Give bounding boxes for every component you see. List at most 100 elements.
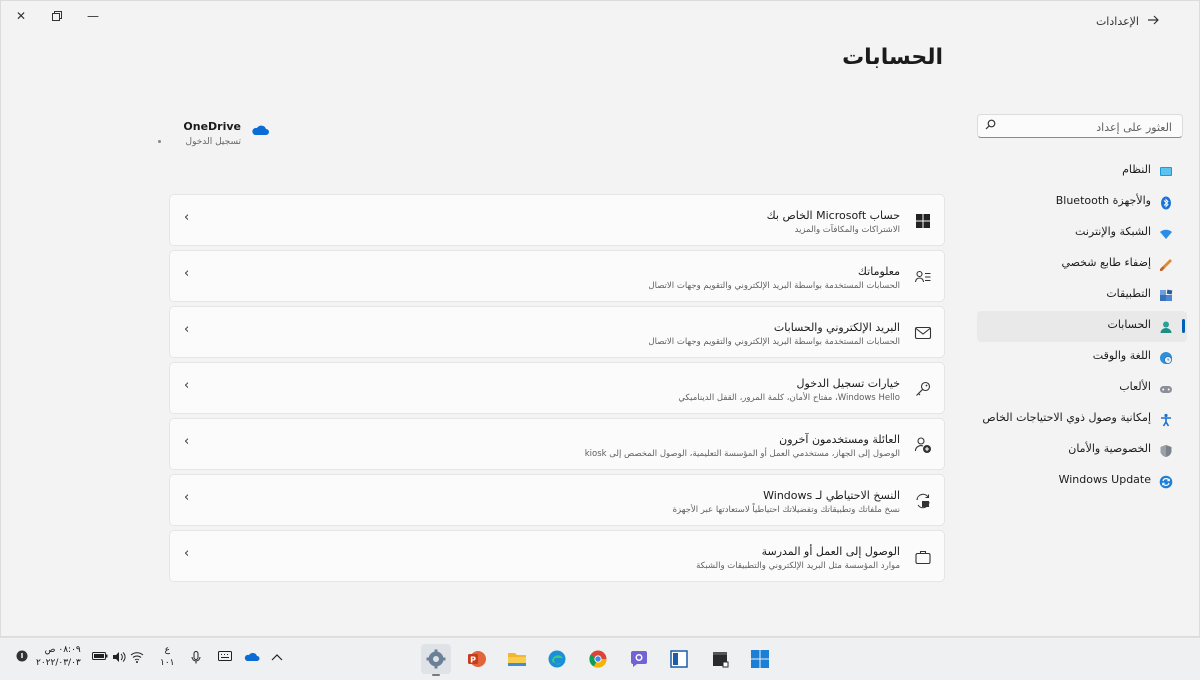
minimize-button[interactable]: — xyxy=(75,5,111,27)
powerpoint-icon: P xyxy=(468,651,486,667)
person-icon xyxy=(1160,321,1172,333)
taskbar-teams-chat[interactable] xyxy=(624,644,654,674)
keyboard-icon[interactable] xyxy=(218,651,232,664)
chevron-left-icon: ‹ xyxy=(184,322,190,337)
wifi-icon xyxy=(1160,229,1172,239)
gamepad-icon xyxy=(1160,386,1172,393)
card-title: خيارات تسجيل الدخول xyxy=(796,377,900,390)
snip-icon xyxy=(670,650,688,668)
person-info-icon xyxy=(914,270,931,283)
nav-label: اللغة والوقت xyxy=(1092,349,1151,362)
card-email-accounts[interactable]: البريد الإلكتروني والحسابات الحسابات الم… xyxy=(169,306,945,358)
close-button[interactable]: ✕ xyxy=(3,5,39,27)
settings-gear-icon xyxy=(426,649,446,669)
taskbar: ٠٨:٠٩ ص ٢٠٢٢/٠٣/٠٣ ع ١٠١ P xyxy=(0,637,1200,680)
nav-label: Bluetooth والأجهزة xyxy=(1055,194,1151,207)
shield-icon xyxy=(1160,445,1172,457)
nav-item-accessibility[interactable]: إمكانية وصول ذوي الاحتياجات الخاص xyxy=(977,404,1187,435)
windows-logo-icon xyxy=(916,214,930,228)
battery-icon[interactable] xyxy=(92,651,108,664)
card-subtitle: موارد المؤسسة مثل البريد الإلكتروني والت… xyxy=(696,561,900,571)
nav-item-network[interactable]: الشبكة والإنترنت xyxy=(977,218,1187,249)
back-button[interactable] xyxy=(1147,14,1159,28)
chevron-left-icon: ‹ xyxy=(184,210,190,225)
person-add-icon xyxy=(914,437,931,453)
card-title: معلوماتك xyxy=(857,265,900,278)
windows-start-icon xyxy=(751,650,769,668)
card-windows-backup[interactable]: النسخ الاحتياطي لـ Windows نسخ ملفاتك وت… xyxy=(169,474,945,526)
apps-icon xyxy=(1160,289,1173,301)
active-indicator xyxy=(1182,319,1185,333)
taskbar-store-app[interactable] xyxy=(664,644,694,674)
nav-item-personalization[interactable]: إضفاء طابع شخصي xyxy=(977,249,1187,280)
volume-icon[interactable] xyxy=(112,651,126,666)
nav-label: الشبكة والإنترنت xyxy=(1075,225,1151,238)
nav-item-privacy[interactable]: الخصوصية والأمان xyxy=(977,435,1187,466)
card-title: الوصول إلى العمل أو المدرسة xyxy=(761,545,900,558)
input-language-indicator[interactable]: ع ١٠١ xyxy=(160,644,175,670)
mail-icon xyxy=(914,326,932,340)
update-icon xyxy=(1159,475,1173,489)
running-indicator xyxy=(432,674,440,676)
chrome-icon xyxy=(589,650,607,668)
globe-clock-icon xyxy=(1160,352,1172,364)
wifi-status-icon[interactable] xyxy=(130,651,144,666)
microphone-icon[interactable] xyxy=(191,651,201,667)
chevron-left-icon: ‹ xyxy=(184,490,190,505)
search-box[interactable] xyxy=(977,114,1183,139)
card-access-work-school[interactable]: الوصول إلى العمل أو المدرسة موارد المؤسس… xyxy=(169,530,945,582)
taskbar-file-explorer[interactable] xyxy=(502,644,532,674)
card-family-other-users[interactable]: العائلة ومستخدمون آخرون الوصول إلى الجها… xyxy=(169,418,945,470)
folder-icon xyxy=(508,653,526,666)
restore-button[interactable] xyxy=(39,5,75,27)
taskbar-settings[interactable] xyxy=(421,644,451,676)
search-icon xyxy=(985,119,996,133)
language-code: ع xyxy=(164,645,170,655)
taskbar-edge[interactable] xyxy=(542,644,572,674)
chevron-left-icon: ‹ xyxy=(184,546,190,561)
nav-item-windows-update[interactable]: Windows Update xyxy=(977,466,1187,497)
clock-date: ٢٠٢٢/٠٣/٠٣ xyxy=(36,658,81,668)
onedrive-status[interactable]: OneDrive تسجيل الدخول xyxy=(69,118,269,158)
chevron-left-icon: ‹ xyxy=(184,266,190,281)
taskbar-powerpoint[interactable]: P xyxy=(461,644,491,674)
nav-label: Windows Update xyxy=(1058,473,1151,486)
nav-item-system[interactable]: النظام xyxy=(977,156,1187,187)
search-input[interactable] xyxy=(1000,115,1174,139)
nav-item-apps[interactable]: التطبيقات xyxy=(977,280,1187,311)
app-title: الإعدادات xyxy=(1095,15,1139,28)
taskbar-terminal[interactable] xyxy=(705,644,735,674)
card-your-info[interactable]: معلوماتك الحسابات المستخدمة بواسطة البري… xyxy=(169,250,945,302)
restore-icon xyxy=(52,11,62,21)
taskbar-clock[interactable]: ٠٨:٠٩ ص ٢٠٢٢/٠٣/٠٣ xyxy=(36,644,81,670)
chat-icon xyxy=(631,651,647,667)
onedrive-tray-icon[interactable] xyxy=(244,651,260,665)
nav-item-bluetooth[interactable]: Bluetooth والأجهزة xyxy=(977,187,1187,218)
status-dot xyxy=(158,140,161,143)
card-subtitle: الاشتراكات والمكافآت والمزيد xyxy=(794,225,900,235)
nav-item-gaming[interactable]: الألعاب xyxy=(977,373,1187,404)
nav-item-accounts[interactable]: الحسابات xyxy=(977,311,1187,342)
card-subtitle: الحسابات المستخدمة بواسطة البريد الإلكتر… xyxy=(648,337,900,347)
nav-label: الألعاب xyxy=(1119,380,1151,393)
nav-label: الخصوصية والأمان xyxy=(1068,442,1151,455)
page-title: الحسابات xyxy=(842,45,943,70)
sidebar-nav: النظام Bluetooth والأجهزة الشبكة والإنتر… xyxy=(977,156,1187,497)
start-button[interactable] xyxy=(745,644,775,674)
display-icon xyxy=(1160,167,1172,176)
nav-item-time-language[interactable]: اللغة والوقت xyxy=(977,342,1187,373)
bluetooth-icon xyxy=(1161,196,1171,210)
back-arrow-icon xyxy=(1148,15,1159,25)
chevron-up-icon[interactable] xyxy=(271,651,283,664)
card-subtitle: نسخ ملفاتك وتطبيقاتك وتفضيلاتك احتياطياً… xyxy=(672,505,900,515)
taskbar-chrome[interactable] xyxy=(583,644,613,674)
onedrive-name: OneDrive xyxy=(183,120,241,133)
nav-label: الحسابات xyxy=(1107,318,1151,331)
notification-icon[interactable] xyxy=(16,650,28,665)
card-microsoft-account[interactable]: حساب Microsoft الخاص بك الاشتراكات والمك… xyxy=(169,194,945,246)
card-title: النسخ الاحتياطي لـ Windows xyxy=(763,489,900,502)
onedrive-signin-link[interactable]: تسجيل الدخول xyxy=(186,137,241,147)
card-title: العائلة ومستخدمون آخرون xyxy=(779,433,900,446)
card-title: حساب Microsoft الخاص بك xyxy=(766,209,900,222)
card-sign-in-options[interactable]: خيارات تسجيل الدخول Windows Hello، مفتاح… xyxy=(169,362,945,414)
